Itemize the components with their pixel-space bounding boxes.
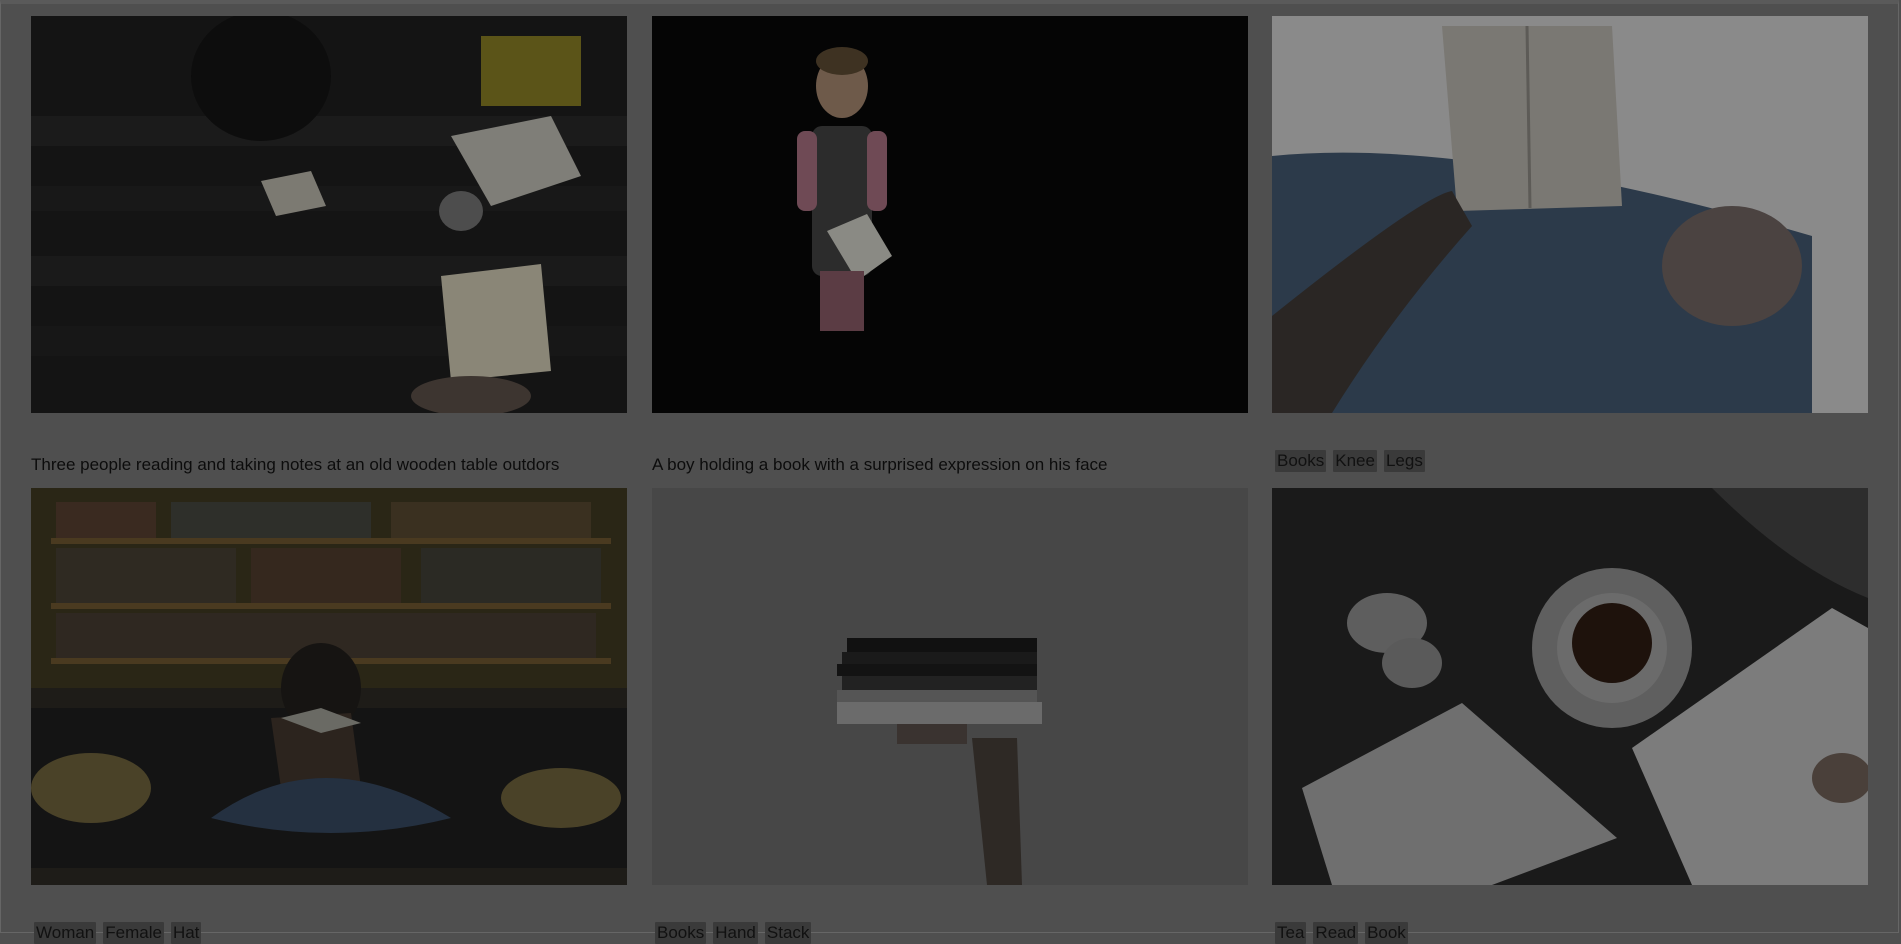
tag-chip[interactable]: Female bbox=[103, 922, 164, 944]
tag-list: Tea Read Book bbox=[1275, 922, 1408, 944]
tag-list: Woman Female Hat bbox=[34, 922, 202, 944]
tag-chip[interactable]: Tea bbox=[1275, 922, 1307, 944]
photo-people-reading-table[interactable] bbox=[31, 16, 627, 413]
tag-chip[interactable]: Knee bbox=[1333, 450, 1377, 472]
tag-chip[interactable]: Books bbox=[655, 922, 707, 944]
tag-chip[interactable]: Woman bbox=[34, 922, 97, 944]
tag-chip[interactable]: Hand bbox=[713, 922, 758, 944]
tag-list: Books Knee Legs bbox=[1275, 450, 1425, 472]
photo-hand-holding-book-stack[interactable] bbox=[652, 488, 1248, 885]
tag-chip[interactable]: Hat bbox=[170, 922, 202, 944]
photo-woman-reading-bookshelf[interactable] bbox=[31, 488, 627, 885]
tag-chip[interactable]: Legs bbox=[1383, 450, 1425, 472]
photo-book-on-knee[interactable] bbox=[1272, 16, 1868, 413]
tag-chip[interactable]: Books bbox=[1275, 450, 1327, 472]
tag-chip[interactable]: Book bbox=[1365, 922, 1408, 944]
image-caption: Three people reading and taking notes at… bbox=[31, 455, 560, 474]
photo-tea-and-books[interactable] bbox=[1272, 488, 1868, 885]
tag-chip[interactable]: Read bbox=[1313, 922, 1359, 944]
tag-chip[interactable]: Stack bbox=[764, 922, 812, 944]
photo-boy-with-book[interactable] bbox=[652, 16, 1248, 413]
image-caption: A boy holding a book with a surprised ex… bbox=[652, 455, 1108, 474]
tag-list: Books Hand Stack bbox=[655, 922, 812, 944]
